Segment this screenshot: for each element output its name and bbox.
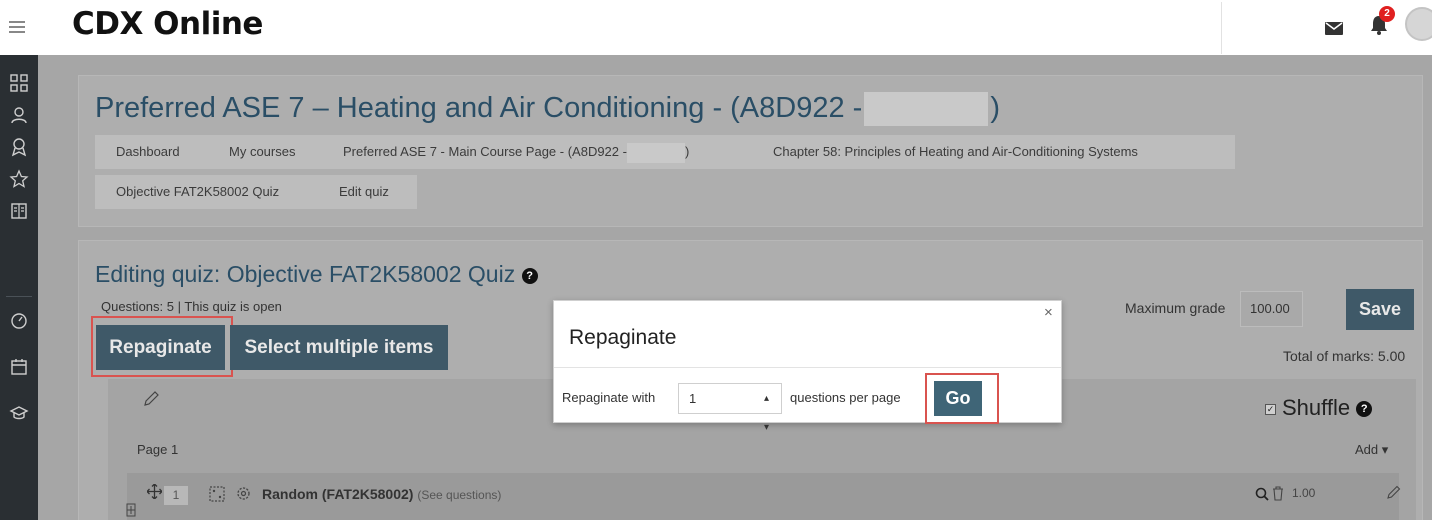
maximum-grade-input[interactable]: 100.00 bbox=[1240, 291, 1303, 327]
redacted-code bbox=[864, 92, 989, 127]
mortarboard-icon[interactable] bbox=[9, 403, 29, 423]
badge-icon[interactable] bbox=[9, 137, 29, 157]
add-dropdown[interactable]: Add ▾ bbox=[1355, 442, 1388, 458]
strip-divider bbox=[6, 296, 32, 297]
breadcrumb-item-dashboard[interactable]: Dashboard bbox=[95, 135, 215, 169]
star-icon[interactable] bbox=[9, 169, 29, 189]
participants-icon[interactable] bbox=[9, 105, 29, 125]
top-navbar: CDX Online 2 bbox=[0, 0, 1432, 55]
breadcrumb-item-main-course-page[interactable]: Preferred ASE 7 - Main Course Page - (A8… bbox=[322, 135, 762, 169]
pencil-icon[interactable] bbox=[143, 390, 160, 407]
quiz-status: Questions: 5 | This quiz is open bbox=[101, 299, 282, 314]
breadcrumb-item-quiz[interactable]: Objective FAT2K58002 Quiz bbox=[95, 175, 326, 209]
gear-icon[interactable] bbox=[236, 486, 251, 501]
add-label: Add bbox=[1355, 442, 1379, 457]
dialog-divider bbox=[554, 367, 1061, 368]
shuffle-toggle[interactable]: ✓ Shuffle ? bbox=[1265, 395, 1373, 421]
move-icon[interactable] bbox=[147, 484, 162, 499]
save-button[interactable]: Save bbox=[1346, 289, 1414, 330]
course-title-suffix: ) bbox=[990, 92, 1000, 124]
questions-per-page-label: questions per page bbox=[790, 390, 901, 405]
go-highlight-box bbox=[925, 373, 999, 424]
dialog-title: Repaginate bbox=[569, 326, 677, 349]
slot-number: 1 bbox=[164, 486, 188, 505]
page-break-icon[interactable] bbox=[125, 503, 137, 517]
close-icon[interactable]: × bbox=[1044, 304, 1053, 321]
navbar-divider bbox=[1221, 2, 1222, 54]
breadcrumb-item-chapter-58[interactable]: Chapter 58: Principles of Heating and Ai… bbox=[752, 135, 1235, 169]
breadcrumb-item-main-course-page-suffix: ) bbox=[684, 144, 690, 159]
dashboard-gauge-icon[interactable] bbox=[9, 311, 29, 331]
grid-icon[interactable] bbox=[9, 73, 29, 93]
shuffle-label: Shuffle bbox=[1282, 395, 1351, 420]
total-marks: Total of marks: 5.00 bbox=[1283, 348, 1406, 364]
questions-per-page-select[interactable]: 1 ▴ ▾ bbox=[678, 383, 782, 433]
edit-mark-pencil-icon[interactable] bbox=[1387, 485, 1401, 499]
page-title-text: Editing quiz: Objective FAT2K58002 Quiz bbox=[95, 261, 516, 287]
shuffle-help-icon[interactable]: ? bbox=[1356, 401, 1373, 418]
breadcrumb-item-main-course-page-label: Preferred ASE 7 - Main Course Page - (A8… bbox=[343, 144, 627, 159]
nav-drawer-strip bbox=[0, 55, 38, 520]
breadcrumb-item-my-courses[interactable]: My courses bbox=[208, 135, 331, 169]
questions-per-page-value: 1 bbox=[689, 391, 697, 406]
course-title-prefix: Preferred ASE 7 – Heating and Air Condit… bbox=[95, 92, 863, 124]
help-icon[interactable]: ? bbox=[521, 267, 538, 284]
page-label: Page 1 bbox=[137, 442, 179, 457]
trash-icon[interactable] bbox=[1272, 486, 1284, 501]
redacted-code bbox=[626, 142, 685, 163]
slot-question-name: Random (FAT2K58002) bbox=[262, 486, 414, 502]
user-avatar[interactable] bbox=[1405, 7, 1432, 41]
slot-max-mark[interactable]: 1.00 bbox=[1292, 486, 1315, 500]
random-dice-icon bbox=[209, 486, 225, 502]
preview-zoom-icon[interactable] bbox=[1255, 487, 1269, 501]
mail-icon[interactable] bbox=[1325, 22, 1343, 35]
calendar-icon[interactable] bbox=[9, 357, 29, 377]
breadcrumb-item-edit-quiz: Edit quiz bbox=[318, 175, 417, 209]
page-title: Editing quiz: Objective FAT2K58002 Quiz … bbox=[95, 261, 538, 288]
notification-badge: 2 bbox=[1379, 6, 1395, 22]
shuffle-checkbox[interactable]: ✓ bbox=[1265, 403, 1276, 415]
course-title: Preferred ASE 7 – Heating and Air Condit… bbox=[95, 92, 1000, 127]
maximum-grade-label: Maximum grade bbox=[1125, 300, 1226, 316]
see-questions-link[interactable]: (See questions) bbox=[417, 488, 501, 502]
repaginate-highlight-box bbox=[91, 316, 233, 377]
brand-logo[interactable]: CDX Online bbox=[72, 6, 263, 42]
hamburger-menu-icon[interactable] bbox=[9, 21, 25, 33]
select-multiple-items-button[interactable]: Select multiple items bbox=[230, 325, 448, 370]
select-arrows-icon: ▴ ▾ bbox=[763, 393, 769, 433]
slot-question-title[interactable]: Random (FAT2K58002) (See questions) bbox=[262, 486, 501, 502]
grades-book-icon[interactable] bbox=[9, 201, 29, 221]
repaginate-with-label: Repaginate with bbox=[562, 390, 656, 405]
